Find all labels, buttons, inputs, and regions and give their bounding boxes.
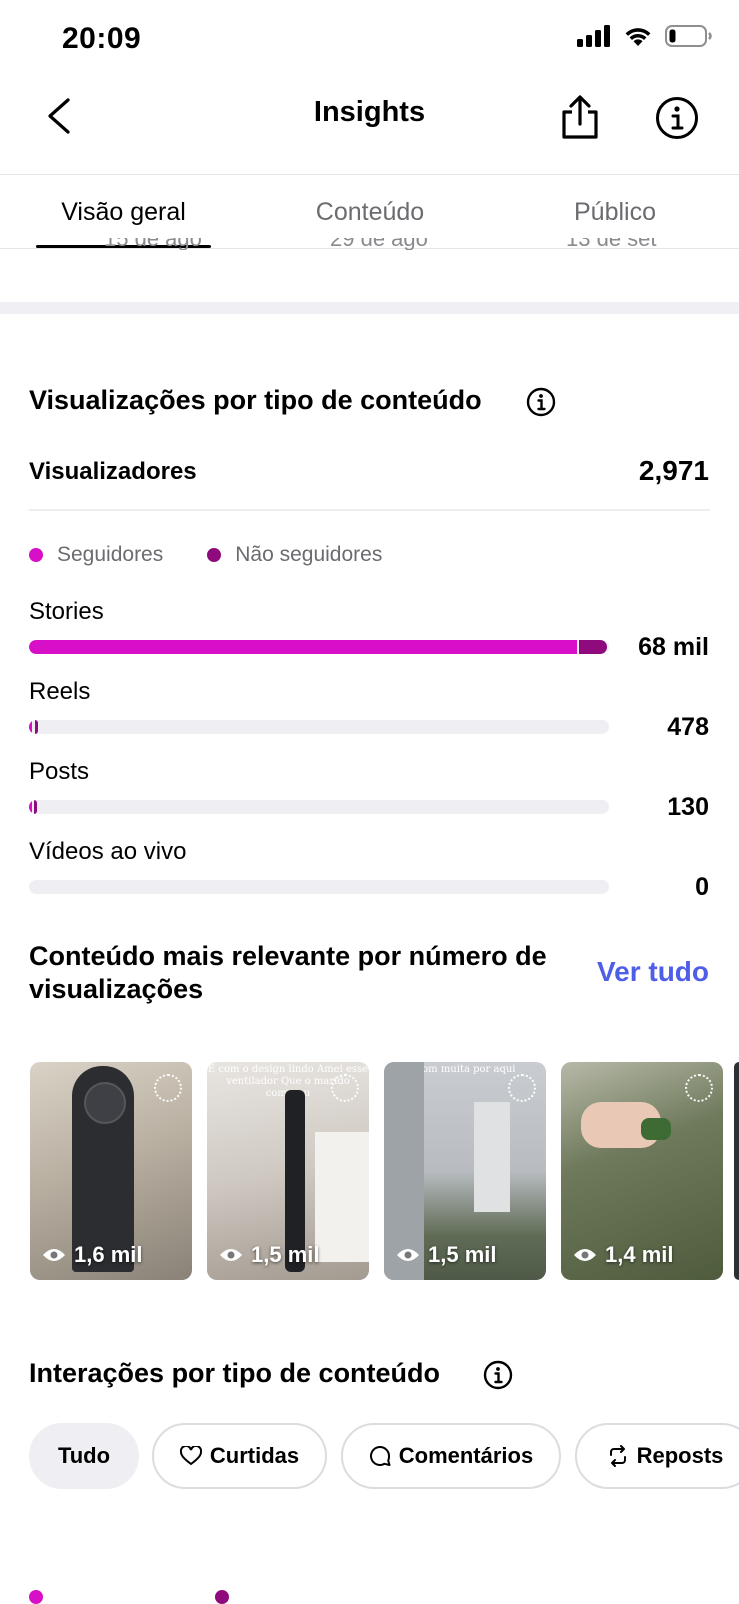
legend-non-followers-label: Não seguidores	[235, 543, 383, 566]
axis-date-label: 13 de set	[566, 238, 657, 250]
ribbon-shape	[641, 1118, 671, 1140]
non-followers-fill	[34, 720, 38, 734]
wifi-icon	[625, 28, 651, 46]
content-thumbnail[interactable]: E com o design lindo Amei esse ventilado…	[207, 1062, 369, 1280]
content-thumbnail[interactable]: 1,6 mil	[30, 1062, 192, 1280]
loading-ring-icon	[331, 1074, 359, 1102]
see-all-link[interactable]: Ver tudo	[597, 956, 709, 988]
info-icon[interactable]	[655, 96, 699, 140]
eye-icon	[220, 1249, 242, 1261]
legend-followers-label: Seguidores	[57, 543, 164, 566]
info-icon[interactable]	[526, 387, 556, 417]
content-thumbnail[interactable]: Com muita por aqui 1,5 mil	[384, 1062, 546, 1280]
loading-ring-icon	[508, 1074, 536, 1102]
status-icons	[577, 24, 713, 48]
loading-ring-icon	[685, 1074, 713, 1102]
comment-icon	[369, 1446, 391, 1466]
next-thumbnail-edge	[734, 1062, 739, 1280]
category-label: Vídeos ao vivo	[29, 838, 187, 865]
axis-date-label: 29 de ago	[330, 238, 428, 250]
section-separator	[0, 302, 739, 314]
building-shape	[474, 1102, 510, 1212]
loading-ring-icon	[154, 1074, 182, 1102]
chip-comments[interactable]: Comentários	[341, 1423, 561, 1489]
category-bar	[29, 800, 609, 814]
eye-icon	[397, 1249, 419, 1261]
category-value: 68 mil	[638, 633, 709, 661]
views-by-type-title: Visualizações por tipo de conteúdo	[29, 385, 482, 415]
share-icon[interactable]	[558, 94, 602, 140]
chip-label: Comentários	[398, 1443, 534, 1468]
eye-icon	[43, 1249, 65, 1261]
header-divider	[0, 174, 739, 175]
followers-fill	[29, 800, 32, 814]
content-thumbnail[interactable]: 1,4 mil	[561, 1062, 723, 1280]
info-icon[interactable]	[483, 1360, 513, 1390]
battery-icon	[665, 25, 712, 47]
followers-dot	[29, 548, 43, 562]
eye-icon	[574, 1249, 596, 1261]
category-label: Reels	[29, 678, 91, 705]
category-label: Posts	[29, 758, 90, 785]
fan-dial	[84, 1082, 126, 1124]
chart-legend: Seguidores Não seguidores	[29, 543, 426, 567]
views-count: 1,5 mil	[396, 1242, 496, 1268]
tab-content[interactable]: Conteúdo	[280, 198, 460, 227]
category-value: 478	[667, 713, 709, 741]
chip-label: Curtidas	[209, 1443, 300, 1468]
views-count: 1,5 mil	[219, 1242, 319, 1268]
category-value: 130	[667, 793, 709, 821]
cabinet-shape	[315, 1132, 369, 1262]
page-title: Insights	[313, 96, 426, 128]
category-bar	[29, 880, 609, 894]
tab-audience[interactable]: Público	[525, 198, 705, 227]
axis-date-label: 15 de ago	[104, 238, 202, 250]
cellular-signal-icon	[577, 25, 610, 47]
views-value: 1,5 mil	[428, 1242, 497, 1267]
divider	[29, 509, 710, 511]
followers-fill	[29, 640, 578, 654]
tab-overview[interactable]: Visão geral	[36, 198, 211, 227]
followers-fill	[29, 720, 33, 734]
views-value: 1,4 mil	[605, 1242, 674, 1267]
chip-label: Tudo	[57, 1443, 111, 1468]
category-bar	[29, 640, 609, 654]
non-followers-dot	[215, 1590, 229, 1604]
category-bar	[29, 720, 609, 734]
non-followers-dot	[207, 548, 222, 562]
legend-non-followers: Não seguidores	[207, 543, 382, 567]
chip-all[interactable]: Tudo	[29, 1423, 139, 1489]
chip-label: Reposts	[636, 1443, 724, 1468]
category-label: Stories	[29, 598, 104, 625]
chip-reposts[interactable]: Reposts	[575, 1423, 739, 1489]
followers-dot	[29, 1590, 43, 1604]
views-count: 1,6 mil	[42, 1242, 142, 1268]
status-time: 20:09	[62, 22, 142, 55]
heart-icon	[179, 1446, 202, 1466]
viewers-label: Visualizadores	[29, 458, 197, 485]
views-count: 1,4 mil	[573, 1242, 673, 1268]
views-value: 1,5 mil	[251, 1242, 320, 1267]
legend-followers: Seguidores	[29, 543, 163, 567]
viewers-value: 2,971	[638, 455, 709, 486]
category-value: 0	[695, 873, 709, 901]
repost-icon	[609, 1445, 626, 1467]
non-followers-fill	[579, 640, 607, 654]
views-value: 1,6 mil	[74, 1242, 143, 1267]
interactions-title: Interações por tipo de conteúdo	[29, 1358, 441, 1388]
non-followers-fill	[33, 800, 37, 814]
bottom-legend-cut	[29, 1590, 243, 1604]
top-content-title: Conteúdo mais relevante por número de vi…	[29, 941, 547, 1004]
chip-likes[interactable]: Curtidas	[152, 1423, 327, 1489]
